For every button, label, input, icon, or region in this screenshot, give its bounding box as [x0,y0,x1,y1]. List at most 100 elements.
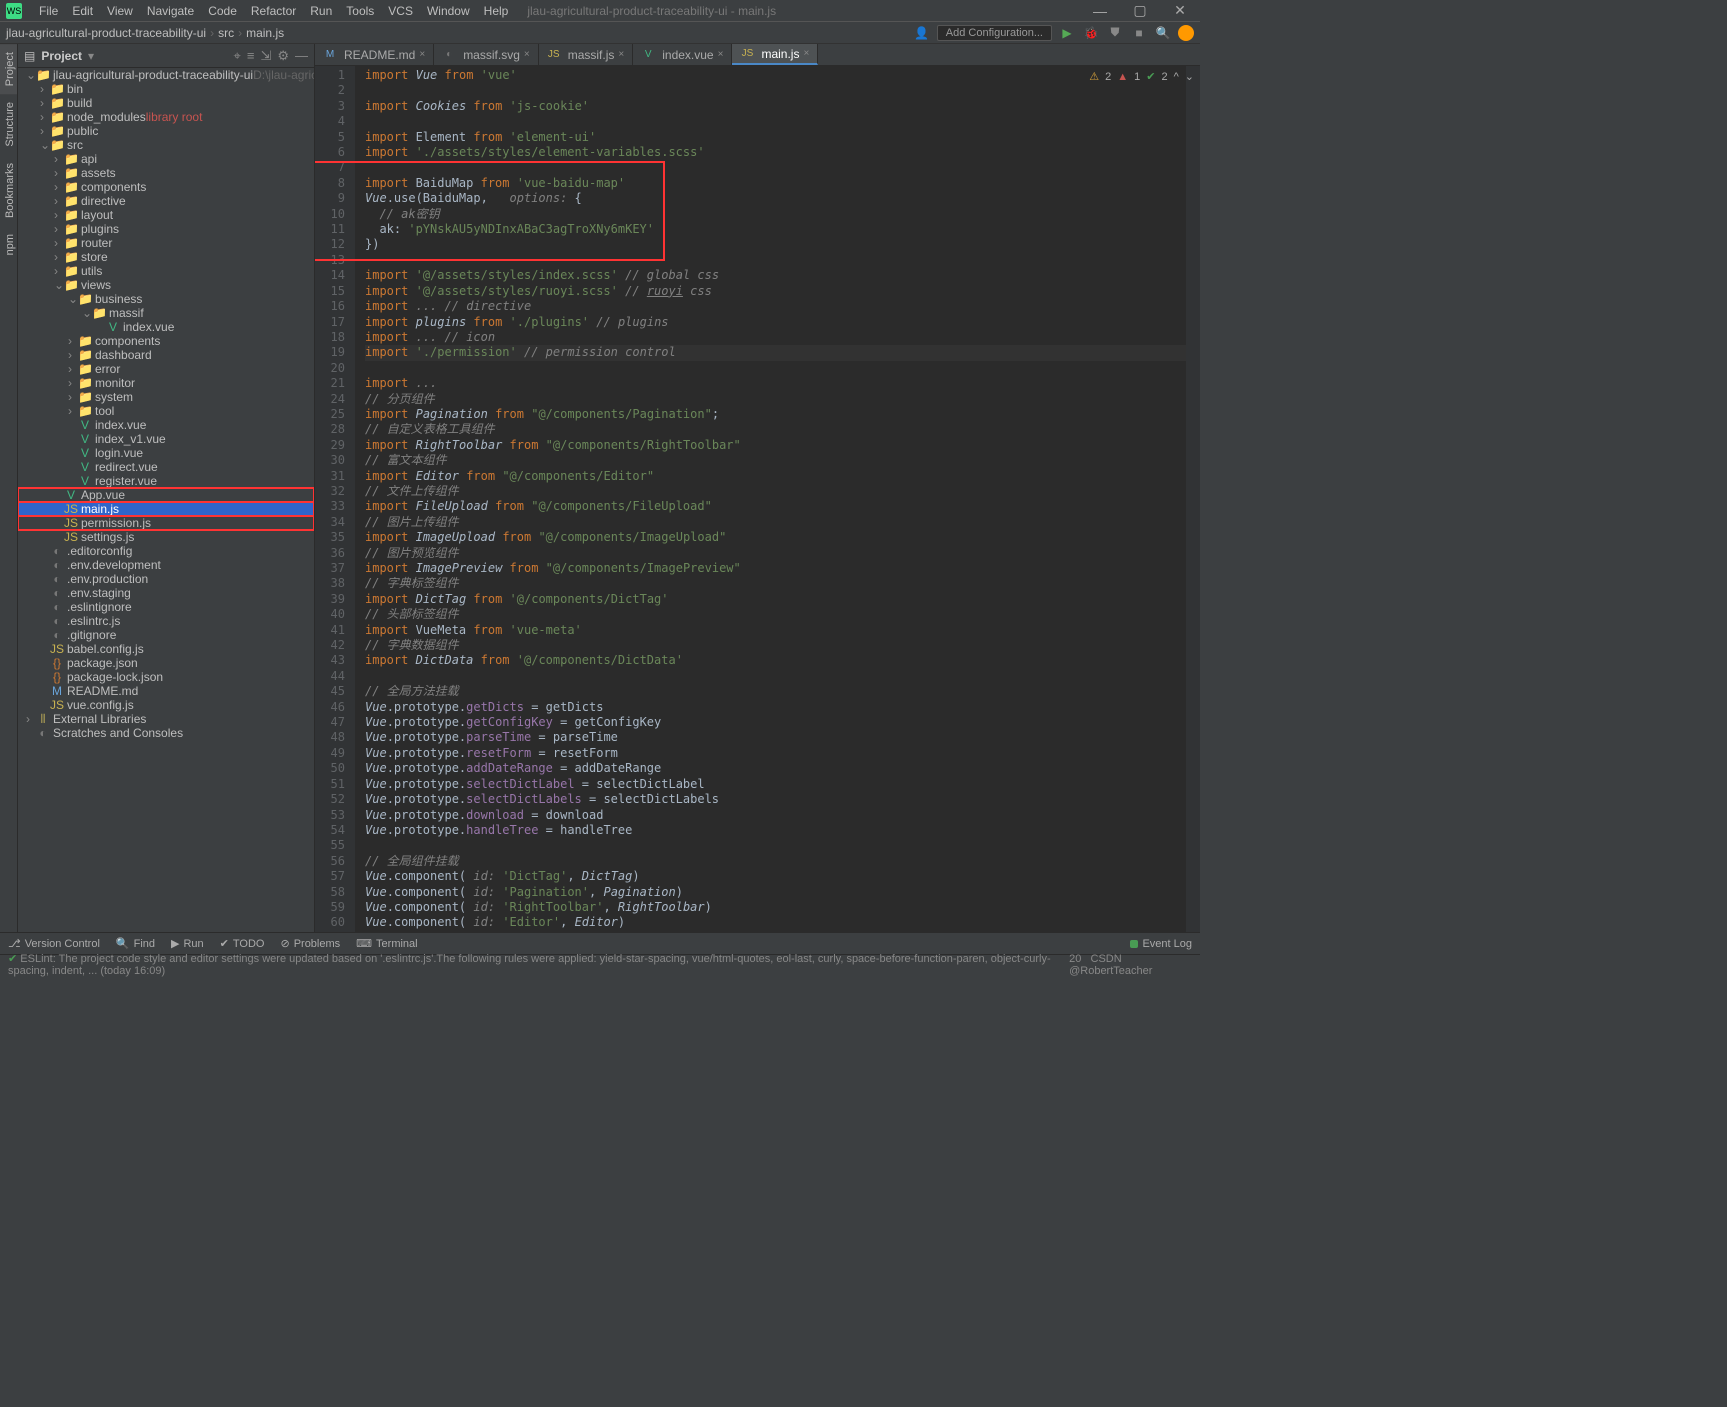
tree-node-build[interactable]: ›📁build [18,96,314,110]
code-editor[interactable]: 1234567891011121314151617181920212425282… [315,66,1200,932]
close-icon[interactable]: × [803,48,809,59]
add-configuration-button[interactable]: Add Configuration... [937,25,1052,41]
tree-node-router[interactable]: ›📁router [18,236,314,250]
close-icon[interactable]: × [419,49,425,60]
menu-run[interactable]: Run [303,4,339,18]
status-problems[interactable]: ⊘ Problems [272,937,348,950]
tree-node-envstaging[interactable]: ◐.env.staging [18,586,314,600]
tree-node-redirectvue[interactable]: Vredirect.vue [18,460,314,474]
tree-node-editorconfig[interactable]: ◐.editorconfig [18,544,314,558]
tree-node-permissionjs[interactable]: JSpermission.js [18,516,314,530]
coverage-icon[interactable]: ⛊ [1106,24,1124,42]
tree-node-babelconfigjs[interactable]: JSbabel.config.js [18,642,314,656]
tree-node-indexvue[interactable]: Vindex.vue [18,320,314,334]
tree-node-registervue[interactable]: Vregister.vue [18,474,314,488]
tree-node-packagelockjson[interactable]: {}package-lock.json [18,670,314,684]
tree-node-mainjs[interactable]: JSmain.js [18,502,314,516]
tree-node-store[interactable]: ›📁store [18,250,314,264]
tree-node-externallibraries[interactable]: ›⫴External Libraries [18,712,314,726]
tree-node-views[interactable]: ⌄📁views [18,278,314,292]
tab-massifsvg[interactable]: ◐massif.svg× [434,44,539,65]
close-icon[interactable]: × [718,49,724,60]
minimize-icon[interactable]: — [1080,0,1120,22]
project-tree[interactable]: ⌄📁jlau-agricultural-product-traceability… [18,68,314,932]
user-icon[interactable]: 👤 [913,24,931,42]
tree-node-indexvue[interactable]: Vindex.vue [18,418,314,432]
menu-help[interactable]: Help [477,4,516,18]
debug-icon[interactable]: 🐞 [1082,24,1100,42]
tree-node-appvue[interactable]: VApp.vue [18,488,314,502]
close-icon[interactable]: × [618,49,624,60]
problems-indicator[interactable]: ⚠2 ▲1 ✔2 ^ ⌄ [1089,70,1194,83]
tree-node-dashboard[interactable]: ›📁dashboard [18,348,314,362]
tree-node-loginvue[interactable]: Vlogin.vue [18,446,314,460]
menu-edit[interactable]: Edit [65,4,100,18]
tree-node-plugins[interactable]: ›📁plugins [18,222,314,236]
tree-node-monitor[interactable]: ›📁monitor [18,376,314,390]
run-icon[interactable]: ▶ [1058,24,1076,42]
side-tab-bookmarks[interactable]: Bookmarks [0,155,17,226]
status-find[interactable]: 🔍 Find [108,937,163,950]
tree-node-envdevelopment[interactable]: ◐.env.development [18,558,314,572]
tree-node-scratchesandconsoles[interactable]: ◐Scratches and Consoles [18,726,314,740]
tab-indexvue[interactable]: Vindex.vue× [633,44,732,65]
tree-node-api[interactable]: ›📁api [18,152,314,166]
tree-node-jlauagriculturalproducttraceabilityui[interactable]: ⌄📁jlau-agricultural-product-traceability… [18,68,314,82]
gear-icon[interactable]: ⚙ [277,48,289,64]
tree-node-eslintrcjs[interactable]: ◐.eslintrc.js [18,614,314,628]
status-todo[interactable]: ✔ TODO [212,937,273,950]
close-icon[interactable]: × [524,49,530,60]
stop-icon[interactable]: ■ [1130,24,1148,42]
close-icon[interactable]: ✕ [1160,0,1200,22]
tree-node-gitignore[interactable]: ◐.gitignore [18,628,314,642]
menu-window[interactable]: Window [420,4,477,18]
menu-view[interactable]: View [100,4,140,18]
breadcrumb-item[interactable]: jlau-agricultural-product-traceability-u… [6,26,206,40]
side-tab-project[interactable]: Project [0,44,17,94]
tree-node-src[interactable]: ⌄📁src [18,138,314,152]
tree-node-envproduction[interactable]: ◐.env.production [18,572,314,586]
editor-minimap-stripe[interactable] [1186,66,1200,932]
menu-navigate[interactable]: Navigate [140,4,201,18]
menu-refactor[interactable]: Refactor [244,4,303,18]
code-content[interactable]: import Vue from 'vue' import Cookies fro… [355,66,1186,932]
tab-mainjs[interactable]: JSmain.js× [732,44,818,65]
tree-node-components[interactable]: ›📁components [18,180,314,194]
tab-massifjs[interactable]: JSmassif.js× [539,44,634,65]
tree-node-nodemodules[interactable]: ›📁node_modules library root [18,110,314,124]
side-tab-structure[interactable]: Structure [0,94,17,155]
tree-node-system[interactable]: ›📁system [18,390,314,404]
chevron-down-icon[interactable]: ⌄ [1185,70,1194,83]
maximize-icon[interactable]: ▢ [1120,0,1160,22]
tree-node-assets[interactable]: ›📁assets [18,166,314,180]
side-tab-npm[interactable]: npm [0,226,17,263]
tree-node-tool[interactable]: ›📁tool [18,404,314,418]
status-terminal[interactable]: ⌨ Terminal [348,937,425,950]
tree-node-layout[interactable]: ›📁layout [18,208,314,222]
event-log[interactable]: Event Log [1122,938,1200,950]
tree-node-components[interactable]: ›📁components [18,334,314,348]
tree-node-readmemd[interactable]: MREADME.md [18,684,314,698]
tree-node-eslintignore[interactable]: ◐.eslintignore [18,600,314,614]
collapse-icon[interactable]: ⇲ [260,48,271,64]
breadcrumb-item[interactable]: main.js [246,26,284,40]
tree-node-public[interactable]: ›📁public [18,124,314,138]
tree-node-massif[interactable]: ⌄📁massif [18,306,314,320]
menu-file[interactable]: File [32,4,65,18]
search-icon[interactable]: 🔍 [1154,24,1172,42]
hide-icon[interactable]: — [295,48,308,63]
tree-node-error[interactable]: ›📁error [18,362,314,376]
tree-node-settingsjs[interactable]: JSsettings.js [18,530,314,544]
target-icon[interactable]: ⌖ [234,48,241,64]
menu-vcs[interactable]: VCS [381,4,420,18]
tree-node-directive[interactable]: ›📁directive [18,194,314,208]
tree-node-vueconfigjs[interactable]: JSvue.config.js [18,698,314,712]
status-version-control[interactable]: ⎇ Version Control [0,937,108,950]
tree-node-indexv1vue[interactable]: Vindex_v1.vue [18,432,314,446]
menu-code[interactable]: Code [201,4,244,18]
chevron-up-icon[interactable]: ^ [1174,71,1179,83]
status-run[interactable]: ▶ Run [163,937,212,950]
tree-node-utils[interactable]: ›📁utils [18,264,314,278]
avatar[interactable] [1178,25,1194,41]
expand-icon[interactable]: ≡ [247,48,255,63]
